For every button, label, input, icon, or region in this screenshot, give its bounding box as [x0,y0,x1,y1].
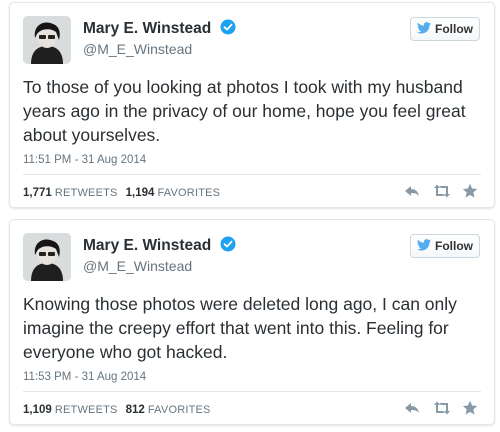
twitter-bird-icon [417,238,431,254]
tweet-timestamp[interactable]: 11:51 PM - 31 Aug 2014 [23,154,146,166]
display-name[interactable]: Mary E. Winstead [83,237,211,254]
tweet-stats: 1,109 RETWEETS 812 FAVORITES [23,404,216,416]
retweet-icon[interactable] [433,400,450,416]
tweet-actions [404,400,478,416]
avatar-photo-icon [23,233,71,281]
retweets-count[interactable]: 1,109 [23,404,52,416]
tweet-actions [404,183,478,199]
retweet-icon[interactable] [433,183,450,199]
follow-button[interactable]: Follow [410,234,480,258]
tweet-stats: 1,771 RETWEETS 1,194 FAVORITES [23,187,225,199]
reply-icon[interactable] [404,183,420,199]
favorite-star-icon[interactable] [462,183,478,199]
display-name[interactable]: Mary E. Winstead [83,20,211,37]
retweets-label: RETWEETS [54,404,118,416]
twitter-bird-icon [417,21,431,37]
avatar[interactable] [23,233,71,281]
user-handle[interactable]: @M_E_Winstead [83,41,192,57]
tweet-card: Mary E. Winstead @M_E_Winstead Follow Kn… [9,219,495,425]
avatar[interactable] [23,16,71,64]
retweets-label: RETWEETS [54,187,118,199]
favorites-label: FAVORITES [147,404,211,416]
tweet-card: Mary E. Winstead @M_E_Winstead Follow To… [9,2,495,208]
follow-label: Follow [435,22,473,36]
tweet-text: Knowing those photos were deleted long a… [23,294,457,362]
tweet-text: To those of you looking at photos I took… [23,77,466,145]
follow-button[interactable]: Follow [410,17,480,41]
verified-badge-icon [220,19,236,40]
divider [23,391,481,392]
favorites-count[interactable]: 1,194 [126,187,155,199]
divider [23,174,481,175]
favorites-label: FAVORITES [157,187,221,199]
avatar-photo-icon [23,16,71,64]
retweets-count[interactable]: 1,771 [23,187,52,199]
verified-badge-icon [220,236,236,257]
favorites-count[interactable]: 812 [126,404,145,416]
user-handle[interactable]: @M_E_Winstead [83,258,192,274]
reply-icon[interactable] [404,400,420,416]
follow-label: Follow [435,239,473,253]
favorite-star-icon[interactable] [462,400,478,416]
tweet-timestamp[interactable]: 11:53 PM - 31 Aug 2014 [23,371,146,383]
